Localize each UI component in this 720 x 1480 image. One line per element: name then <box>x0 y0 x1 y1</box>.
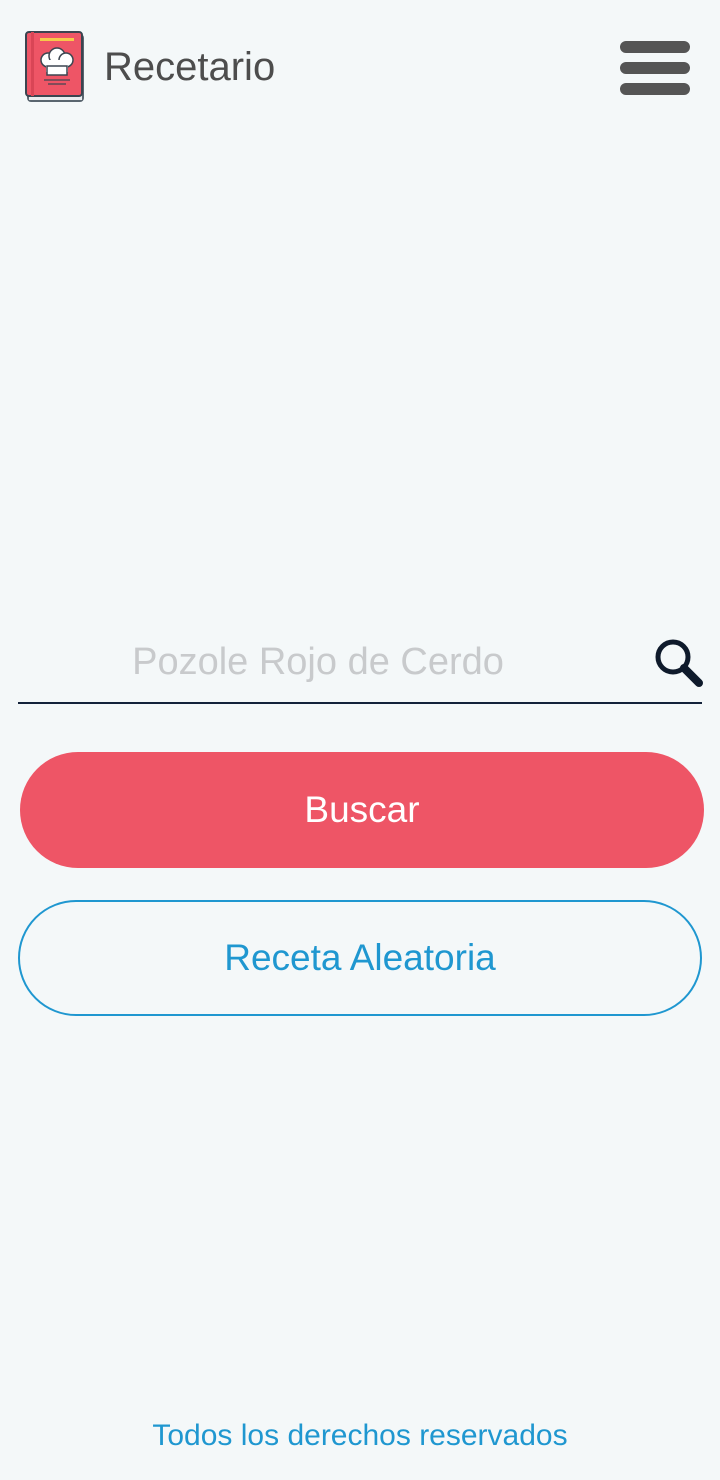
app-header: Recetario <box>0 0 720 140</box>
search-input[interactable] <box>18 634 678 690</box>
hamburger-menu-icon <box>620 41 690 53</box>
search-button[interactable]: Buscar <box>20 752 704 868</box>
hamburger-menu-icon <box>620 83 690 95</box>
footer-copyright: Todos los derechos reservados <box>152 1419 568 1452</box>
menu-button[interactable] <box>618 38 692 98</box>
search-bar <box>18 620 703 704</box>
search-icon[interactable] <box>652 636 706 690</box>
app-title: Recetario <box>104 45 276 89</box>
hamburger-menu-icon <box>620 62 690 74</box>
recipe-book-icon <box>25 31 84 102</box>
random-recipe-button[interactable]: Receta Aleatoria <box>18 900 702 1016</box>
